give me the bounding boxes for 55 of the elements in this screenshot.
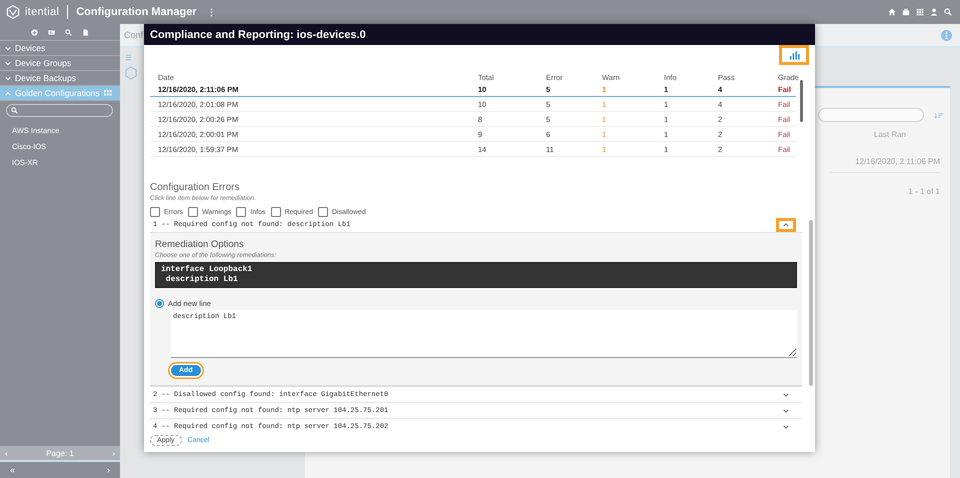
sidebar-section[interactable]: Golden Configurations bbox=[0, 86, 120, 101]
chevron-up-icon bbox=[5, 90, 11, 96]
column-header: Last Ran bbox=[874, 130, 906, 139]
checkbox[interactable] bbox=[236, 207, 246, 217]
chevron-down-icon bbox=[783, 392, 789, 396]
home-icon[interactable] bbox=[888, 8, 896, 16]
grid-icon[interactable] bbox=[104, 90, 112, 96]
user-icon[interactable] bbox=[930, 8, 938, 16]
more-icon[interactable] bbox=[210, 8, 213, 16]
info-icon[interactable] bbox=[941, 30, 952, 40]
grid-icon[interactable] bbox=[916, 8, 924, 16]
expand-button[interactable]: › bbox=[107, 465, 110, 475]
list-icon bbox=[125, 54, 132, 61]
search-icon bbox=[11, 107, 18, 114]
search-field[interactable] bbox=[6, 104, 113, 117]
chevron-down-icon bbox=[783, 424, 789, 428]
sidebar-section[interactable]: Device Groups bbox=[0, 56, 120, 71]
page-title: Conf bbox=[124, 30, 144, 40]
checkbox[interactable] bbox=[150, 207, 160, 217]
table-cell: 12/16/2020, 2:11:06 PM bbox=[830, 157, 940, 173]
checkbox[interactable] bbox=[188, 207, 198, 217]
dialog-title: Compliance and Reporting: ios-devices.0 bbox=[144, 24, 815, 45]
previous-button[interactable]: ‹ bbox=[5, 448, 8, 458]
logo-icon bbox=[6, 5, 20, 19]
search-icon[interactable] bbox=[944, 8, 952, 16]
app-title: Configuration Manager bbox=[76, 6, 197, 18]
radio-button[interactable] bbox=[155, 299, 164, 308]
search-icon[interactable] bbox=[65, 28, 72, 36]
briefcase-icon[interactable] bbox=[902, 8, 910, 16]
bar-chart-icon bbox=[788, 50, 800, 60]
chevron-down-icon bbox=[783, 408, 789, 412]
panel-title: Remediation Options bbox=[155, 239, 245, 250]
sidebar-section[interactable]: Devices bbox=[0, 41, 120, 56]
chevron-down-icon bbox=[5, 60, 11, 66]
chevron-up-icon bbox=[783, 222, 789, 226]
page-label: Page: 1 bbox=[46, 448, 74, 458]
add-icon[interactable] bbox=[31, 28, 38, 36]
chevron-down-icon bbox=[5, 76, 11, 80]
document-icon[interactable] bbox=[82, 28, 89, 36]
collapse-button[interactable]: « bbox=[10, 465, 16, 475]
chevron-down-icon bbox=[5, 46, 11, 50]
card-icon[interactable] bbox=[48, 28, 55, 36]
code-line: description Lb1 bbox=[164, 275, 239, 285]
chart-button[interactable] bbox=[779, 45, 809, 65]
checkbox[interactable] bbox=[318, 207, 328, 217]
next-button[interactable]: › bbox=[112, 448, 115, 458]
pagination-range: 1 - 1 of 1 bbox=[908, 187, 940, 196]
scrollbar[interactable] bbox=[800, 80, 803, 122]
code-line: interface Loopback1 bbox=[161, 265, 254, 275]
hexagon-icon bbox=[125, 66, 137, 80]
section-title: Configuration Errors bbox=[150, 182, 240, 193]
scrollbar[interactable] bbox=[809, 220, 813, 386]
brand-name: itential bbox=[25, 6, 60, 18]
checkbox[interactable] bbox=[270, 207, 281, 217]
filter-field[interactable] bbox=[818, 108, 924, 122]
